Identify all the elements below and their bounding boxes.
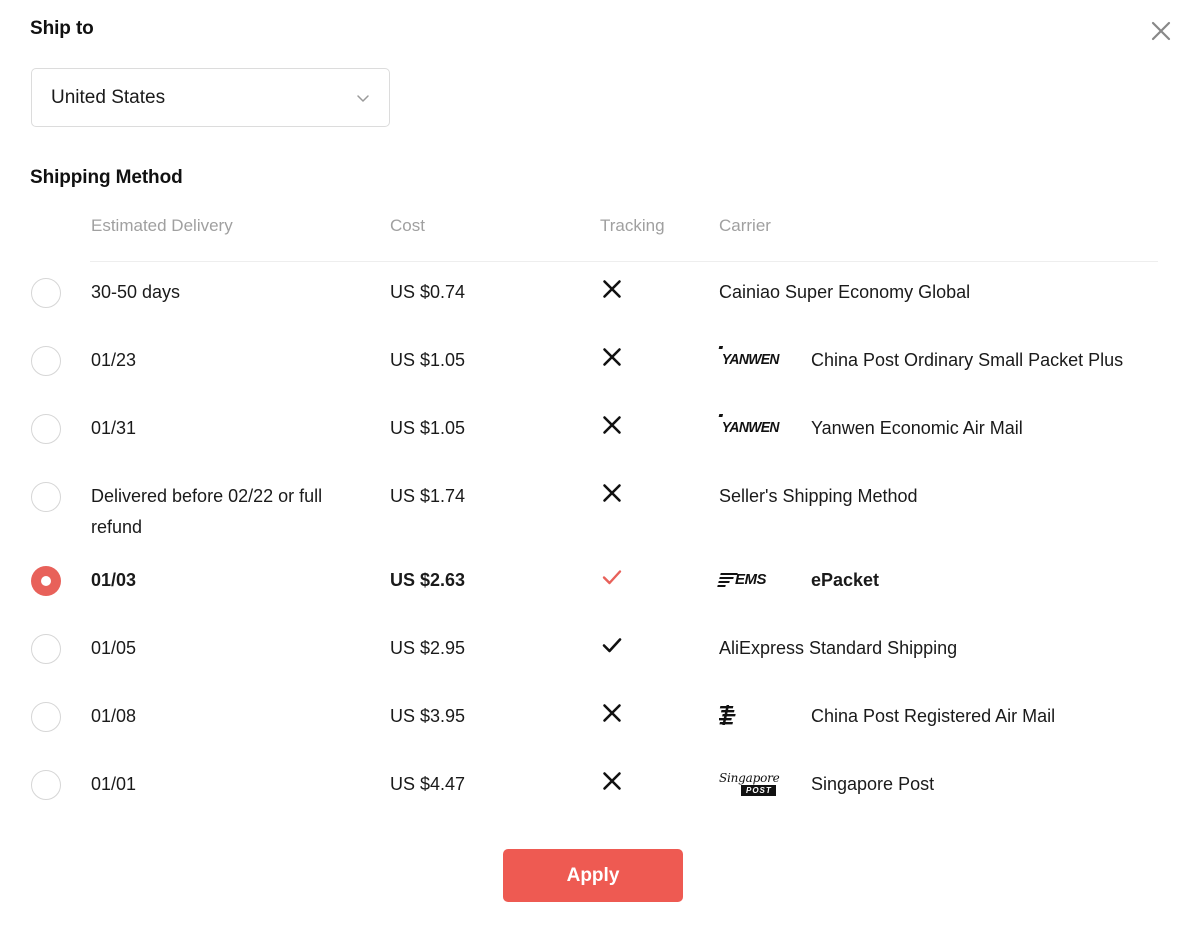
cell-tracking — [600, 481, 634, 514]
cell-estimated-delivery: 30-50 days — [91, 282, 181, 302]
shipping-method-table: Estimated Delivery Cost Tracking Carrier… — [0, 205, 1200, 825]
cell-estimated-delivery: 01/23 — [91, 350, 137, 370]
carrier-name: Seller's Shipping Method — [719, 486, 918, 506]
carrier-name: AliExpress Standard Shipping — [719, 638, 958, 658]
cell-cost: US $1.05 — [390, 418, 466, 438]
shipping-option-radio[interactable] — [31, 346, 61, 376]
cell-estimated-delivery: 01/05 — [91, 638, 137, 658]
cell-cost: US $0.74 — [390, 282, 466, 302]
ems-logo-icon: EMS — [717, 568, 795, 592]
table-row[interactable]: 01/01 US $4.47 Singapore POST Singapore Post — [0, 757, 1200, 825]
cell-tracking — [600, 277, 634, 310]
cell-cost: US $2.95 — [390, 638, 466, 658]
tracking-cross-icon — [600, 481, 634, 514]
cell-carrier: YANWEN China Post Ordinary Small Packet P… — [719, 345, 1123, 375]
carrier-name: Singapore Post — [811, 774, 935, 794]
shipping-option-radio[interactable] — [31, 566, 61, 596]
cell-carrier: Cainiao Super Economy Global — [719, 277, 970, 307]
cell-estimated-delivery: 01/01 — [91, 774, 137, 794]
shipping-option-radio[interactable] — [31, 278, 61, 308]
tracking-cross-icon — [600, 413, 634, 446]
cell-cost: US $2.63 — [390, 570, 466, 590]
cell-estimated-delivery: 01/08 — [91, 706, 137, 726]
cell-tracking — [600, 413, 634, 446]
shipping-option-radio[interactable] — [31, 770, 61, 800]
country-select-value: United States — [51, 86, 166, 108]
table-row[interactable]: 01/08 US $3.95 China Post Registered Air M… — [0, 689, 1200, 757]
carrier-name: China Post Registered Air Mail — [811, 706, 1056, 726]
shipping-method-rows: 30-50 days US $0.74 Cainiao Super Economy … — [0, 265, 1200, 825]
cell-cost: US $4.47 — [390, 774, 466, 794]
cell-cost: US $3.95 — [390, 706, 466, 726]
tracking-check-icon — [600, 633, 634, 666]
table-header: Estimated Delivery Cost Tracking Carrier — [0, 205, 1200, 262]
table-row[interactable]: 01/31 US $1.05 YANWEN Yanwen Economic Air M… — [0, 401, 1200, 469]
china-post-logo-icon — [719, 704, 795, 728]
cell-carrier: EMS ePacket — [717, 565, 880, 595]
table-row[interactable]: 01/23 US $1.05 YANWEN China Post Ordinary S… — [0, 333, 1200, 401]
cell-carrier: Singapore POST Singapore Post — [719, 769, 934, 799]
cell-tracking — [600, 345, 634, 378]
carrier-name: Yanwen Economic Air Mail — [811, 418, 1023, 438]
shipping-option-radio[interactable] — [31, 702, 61, 732]
tracking-check-icon — [600, 565, 634, 598]
shipping-option-radio[interactable] — [31, 414, 61, 444]
country-select[interactable]: United States — [31, 68, 390, 127]
carrier-name: China Post Ordinary Small Packet Plus — [811, 350, 1124, 370]
cell-tracking — [600, 769, 634, 802]
tracking-cross-icon — [600, 701, 634, 734]
cell-estimated-delivery: 01/03 — [91, 570, 137, 590]
table-row[interactable]: 01/05 US $2.95 AliExpress Standard Shippin… — [0, 621, 1200, 689]
cell-cost: US $1.05 — [390, 350, 466, 370]
column-header-delivery: Estimated Delivery — [91, 216, 233, 235]
cell-tracking — [600, 565, 634, 598]
column-header-tracking: Tracking — [600, 216, 665, 235]
tracking-cross-icon — [600, 277, 634, 310]
apply-button[interactable]: Apply — [503, 849, 683, 902]
cell-tracking — [600, 633, 634, 666]
column-header-carrier: Carrier — [719, 216, 771, 235]
cell-carrier: China Post Registered Air Mail — [719, 701, 1055, 731]
cell-estimated-delivery: Delivered before 02/22 or full refund — [91, 486, 323, 537]
yanwen-logo-icon: YANWEN — [719, 348, 795, 372]
cell-carrier: AliExpress Standard Shipping — [719, 633, 957, 663]
singapore-post-logo-icon: Singapore POST — [719, 771, 780, 796]
shipping-method-title: Shipping Method — [30, 167, 183, 188]
table-row[interactable]: 30-50 days US $0.74 Cainiao Super Economy … — [0, 265, 1200, 333]
column-header-cost: Cost — [390, 216, 425, 235]
shipping-option-radio[interactable] — [31, 482, 61, 512]
cell-cost: US $1.74 — [390, 486, 466, 506]
cell-carrier: Seller's Shipping Method — [719, 481, 918, 511]
shipping-option-radio[interactable] — [31, 634, 61, 664]
tracking-cross-icon — [600, 345, 634, 378]
carrier-name: Cainiao Super Economy Global — [719, 282, 971, 302]
cell-estimated-delivery: 01/31 — [91, 418, 137, 438]
carrier-name: ePacket — [811, 570, 880, 590]
cell-tracking — [600, 701, 634, 734]
tracking-cross-icon — [600, 769, 634, 802]
ship-to-title: Ship to — [30, 18, 94, 39]
header-divider — [90, 261, 1158, 262]
shipping-method-dialog: Ship to United States Shipping Method Es… — [0, 0, 1200, 944]
yanwen-logo-icon: YANWEN — [719, 416, 795, 440]
table-row[interactable]: 01/03 US $2.63 EMS ePacket — [0, 553, 1200, 621]
cell-carrier: YANWEN Yanwen Economic Air Mail — [719, 413, 1023, 443]
table-row[interactable]: Delivered before 02/22 or full refund US … — [0, 469, 1200, 553]
close-icon[interactable] — [1144, 14, 1178, 48]
chevron-down-icon — [353, 88, 373, 108]
